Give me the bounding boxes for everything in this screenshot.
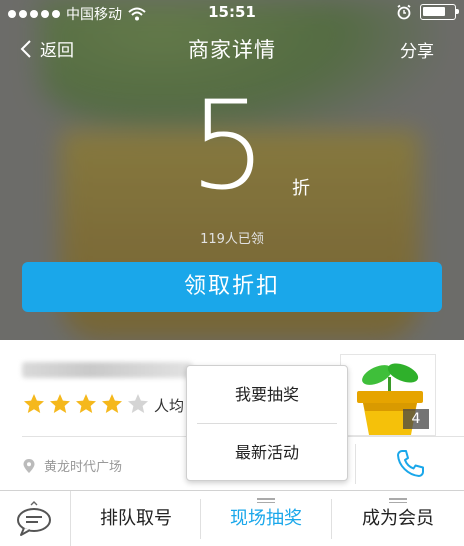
menu-item-draw-lottery[interactable]: 我要抽奖 (187, 366, 347, 423)
claim-discount-button[interactable]: 领取折扣 (22, 262, 442, 312)
shop-photo-thumbnail[interactable]: 4 (340, 354, 436, 436)
photo-count-badge: 4 (403, 409, 429, 429)
location-row[interactable]: 黄龙时代广场 (22, 456, 122, 475)
hero-banner: 中国移动 15:51 返回 商家详情 分享 5 折 119人已领 领取折扣 (0, 0, 464, 340)
tab-chat[interactable] (0, 491, 71, 546)
lottery-popup-menu: 我要抽奖 最新活动 (186, 365, 348, 481)
star-filled-icon (50, 394, 70, 413)
avg-price-label: 人均 (154, 397, 185, 415)
star-filled-icon (76, 394, 96, 413)
discount-value: 5 (189, 75, 267, 217)
rating-stars (22, 392, 150, 416)
divider-vertical (355, 444, 356, 484)
location-label: 黄龙时代广场 (44, 460, 123, 475)
tab-onsite-lottery[interactable]: 现场抽奖 (201, 491, 331, 546)
tab-membership[interactable]: 成为会员 (332, 491, 464, 546)
alarm-icon (397, 4, 411, 20)
discount-unit: 折 (292, 178, 310, 199)
star-filled-icon (24, 394, 44, 413)
phone-icon[interactable] (394, 448, 426, 480)
bottom-tab-bar: 排队取号 现场抽奖 成为会员 (0, 490, 464, 546)
status-bar: 中国移动 15:51 (0, 0, 464, 26)
star-empty-icon (128, 394, 148, 413)
menu-item-latest-events[interactable]: 最新活动 (187, 424, 347, 481)
claimed-count: 119人已领 (200, 232, 264, 247)
share-button[interactable]: 分享 (400, 37, 434, 62)
tab-queue[interactable]: 排队取号 (72, 491, 200, 546)
chat-bubble-icon (17, 501, 51, 536)
shop-name-blurred (22, 362, 192, 378)
star-filled-icon (102, 394, 122, 413)
clock: 15:51 (208, 3, 256, 21)
navigation-bar: 返回 商家详情 分享 (0, 28, 464, 68)
page-title: 商家详情 (188, 38, 276, 62)
location-pin-icon (23, 458, 35, 473)
discount-display: 5 折 (0, 78, 464, 218)
battery-icon (420, 4, 459, 20)
